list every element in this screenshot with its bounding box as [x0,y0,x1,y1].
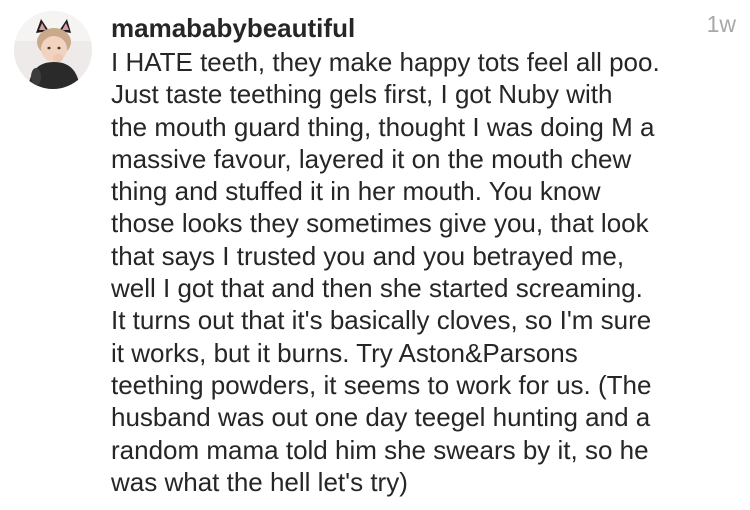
avatar[interactable] [14,11,92,89]
username[interactable]: mamababybeautiful [111,10,355,46]
avatar-image [14,11,92,89]
comment-text-line: thing and stuffed it in her mouth. You k… [111,176,601,207]
comment-text-line: well I got that and then she started scr… [111,273,643,304]
timestamp: 1w [706,11,736,37]
comment-text-line: the mouth guard thing, thought I was doi… [111,111,655,142]
comment-text-line: It turns out that it's basically cloves,… [111,305,652,336]
comment-text-line: it works, but it burns. Try Aston&Parson… [111,337,578,368]
comment-text-line: Just taste teething gels first, I got Nu… [111,79,613,110]
comment-text-line: random mama told him she swears by it, s… [111,434,649,465]
comment: mamababybeautiful 1w I HATE teeth, they … [0,0,750,510]
comment-text-line: was what the hell let's try) [111,466,408,497]
comment-text-line: massive favour, layered it on the mouth … [111,143,632,174]
comment-text-line: husband was out one day teegel hunting a… [111,402,651,433]
comment-text-line: teething powders, it seems to work for u… [111,369,652,400]
comment-text-line: those looks they sometimes give you, tha… [111,208,649,239]
comment-text: I HATE teeth, they make happy tots feel … [111,46,743,498]
comment-text-line: I HATE teeth, they make happy tots feel … [111,47,660,77]
comment-text-line: that says I trusted you and you betrayed… [111,240,625,271]
